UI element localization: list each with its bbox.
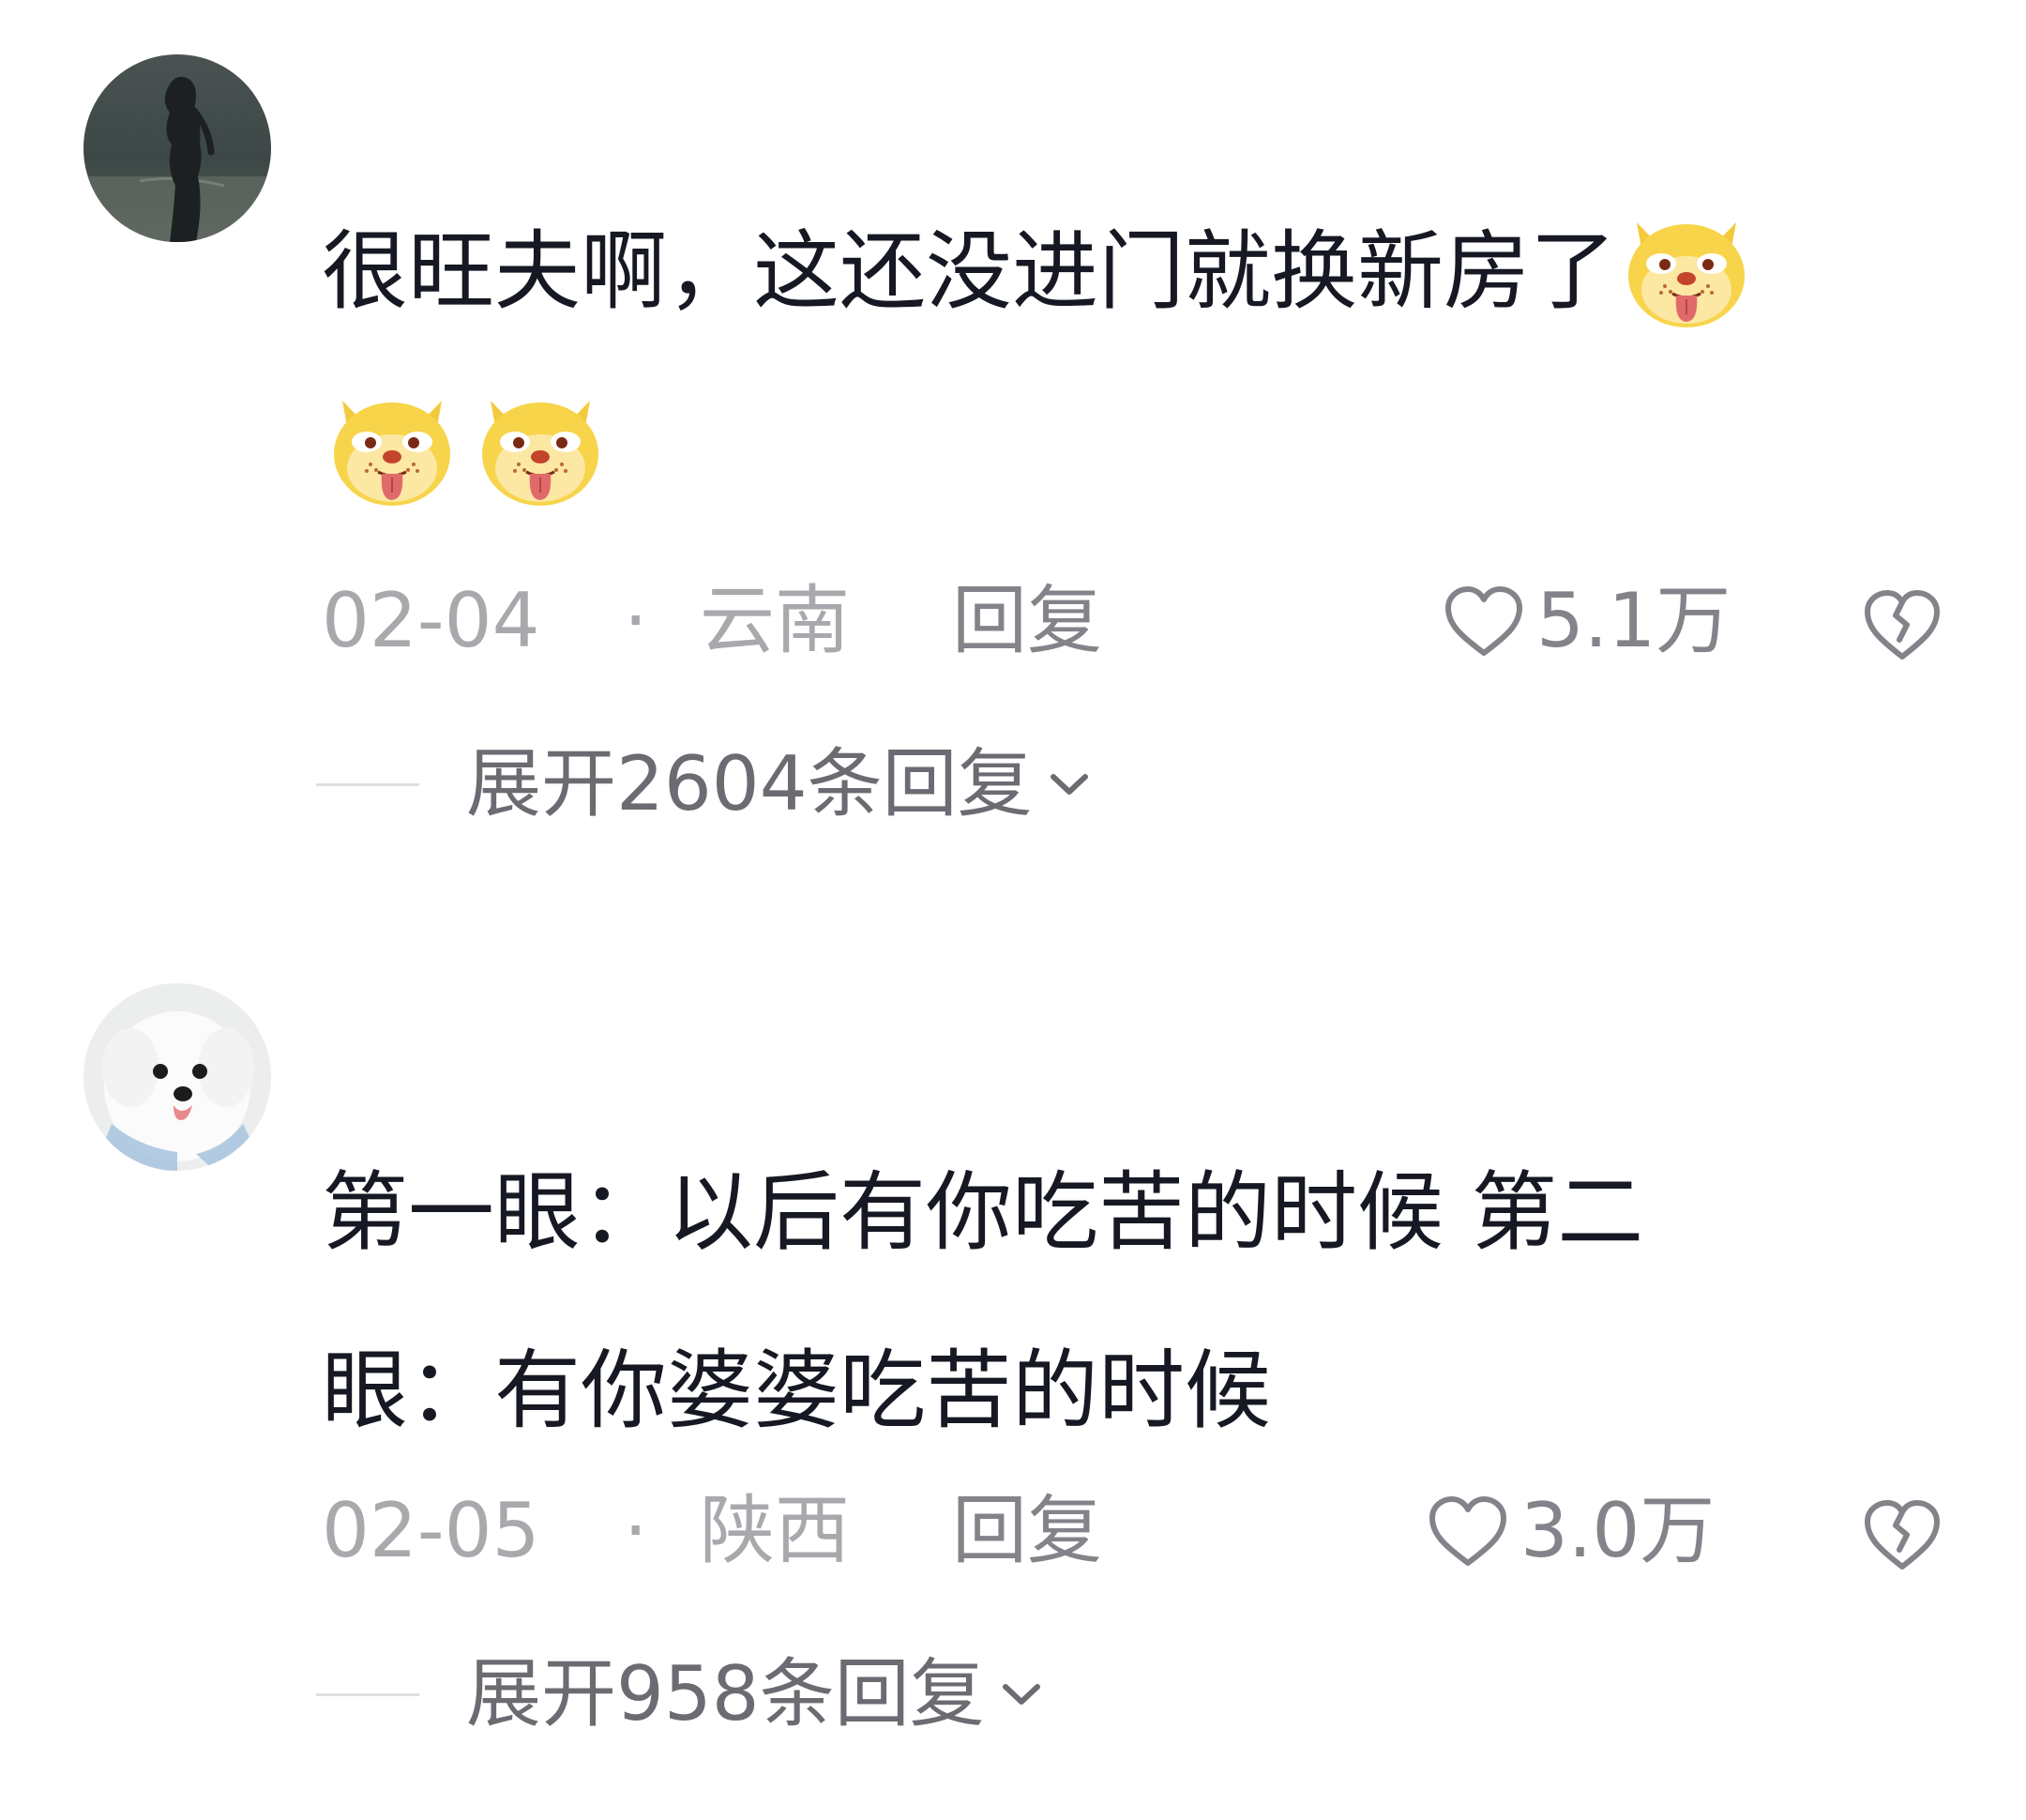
comment-region: 云南 <box>700 577 850 664</box>
doge-emoji-icon <box>322 374 462 515</box>
avatar[interactable] <box>83 983 271 1171</box>
comment-body-line1: 第一眼：以后有你吃苦的时候 第二 <box>322 1162 1644 1263</box>
expand-replies-button[interactable]: 展开958条回复 <box>316 1647 1045 1741</box>
like-button[interactable]: 5.1万 <box>1443 574 1731 668</box>
doge-emoji-icon <box>1616 196 1757 337</box>
comment-body: 很旺夫啊，这还没进门就换新房了 <box>322 221 1617 322</box>
broken-heart-icon[interactable] <box>1860 1492 1944 1576</box>
chevron-down-icon <box>1050 774 1088 795</box>
comment-body-line2: 眼：有你婆婆吃苦的时候 <box>322 1341 1272 1441</box>
heart-icon <box>1445 586 1522 656</box>
expand-replies-button[interactable]: 展开2604条回复 <box>316 737 1093 831</box>
heart-icon <box>1429 1496 1506 1566</box>
doge-emoji-icon <box>470 374 611 515</box>
expand-label: 展开2604条回复 <box>466 740 1033 827</box>
avatar[interactable] <box>83 54 271 242</box>
like-count: 3.0万 <box>1520 1487 1716 1574</box>
comment-item: 第一眼：以后有你吃苦的时候 第二 眼：有你婆婆吃苦的时候 02-05 · 陕西 … <box>0 901 2026 1820</box>
reply-button[interactable]: 回复 <box>952 1484 1102 1578</box>
comment-date: 02-04 <box>322 577 540 664</box>
comment-item: 很旺夫啊，这还没进门就换新房了 02-04 · 云南 回复 5.1万 展开260… <box>0 0 2026 901</box>
reply-button[interactable]: 回复 <box>952 574 1102 668</box>
comment-text: 很旺夫啊，这还没进门就换新房了 <box>322 183 1954 539</box>
comment-meta: 02-04 · 云南 回复 5.1万 <box>322 574 1954 668</box>
like-count: 5.1万 <box>1536 577 1731 664</box>
divider-dash <box>316 1692 419 1696</box>
like-button[interactable]: 3.0万 <box>1427 1484 1715 1578</box>
comment-text: 第一眼：以后有你吃苦的时候 第二 眼：有你婆婆吃苦的时候 <box>322 1124 1954 1480</box>
meta-separator: · <box>624 1487 648 1574</box>
comment-meta: 02-05 · 陕西 回复 3.0万 <box>322 1484 1954 1578</box>
expand-label: 展开958条回复 <box>466 1650 985 1737</box>
divider-dash <box>316 782 419 786</box>
comment-region: 陕西 <box>700 1487 850 1574</box>
comment-date: 02-05 <box>322 1487 540 1574</box>
meta-separator: · <box>624 577 648 664</box>
broken-heart-icon[interactable] <box>1860 582 1944 666</box>
chevron-down-icon <box>1002 1684 1040 1705</box>
